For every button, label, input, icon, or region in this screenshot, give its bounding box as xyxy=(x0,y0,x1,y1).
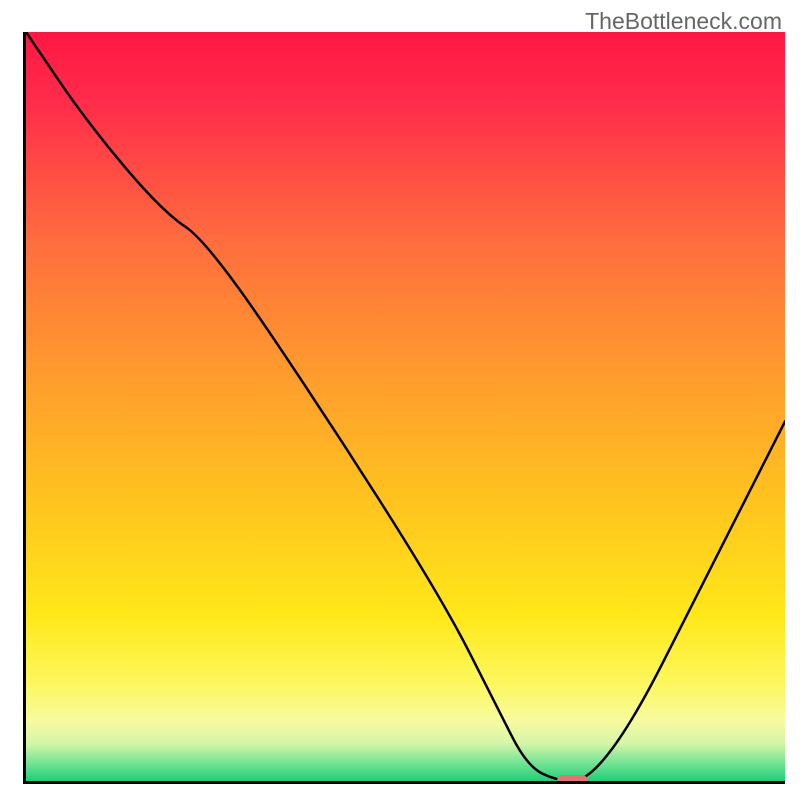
chart-container: TheBottleneck.com xyxy=(0,0,800,800)
optimal-marker xyxy=(557,775,587,784)
plot-area xyxy=(23,32,785,784)
watermark-text: TheBottleneck.com xyxy=(585,8,782,35)
bottleneck-curve xyxy=(26,32,785,781)
